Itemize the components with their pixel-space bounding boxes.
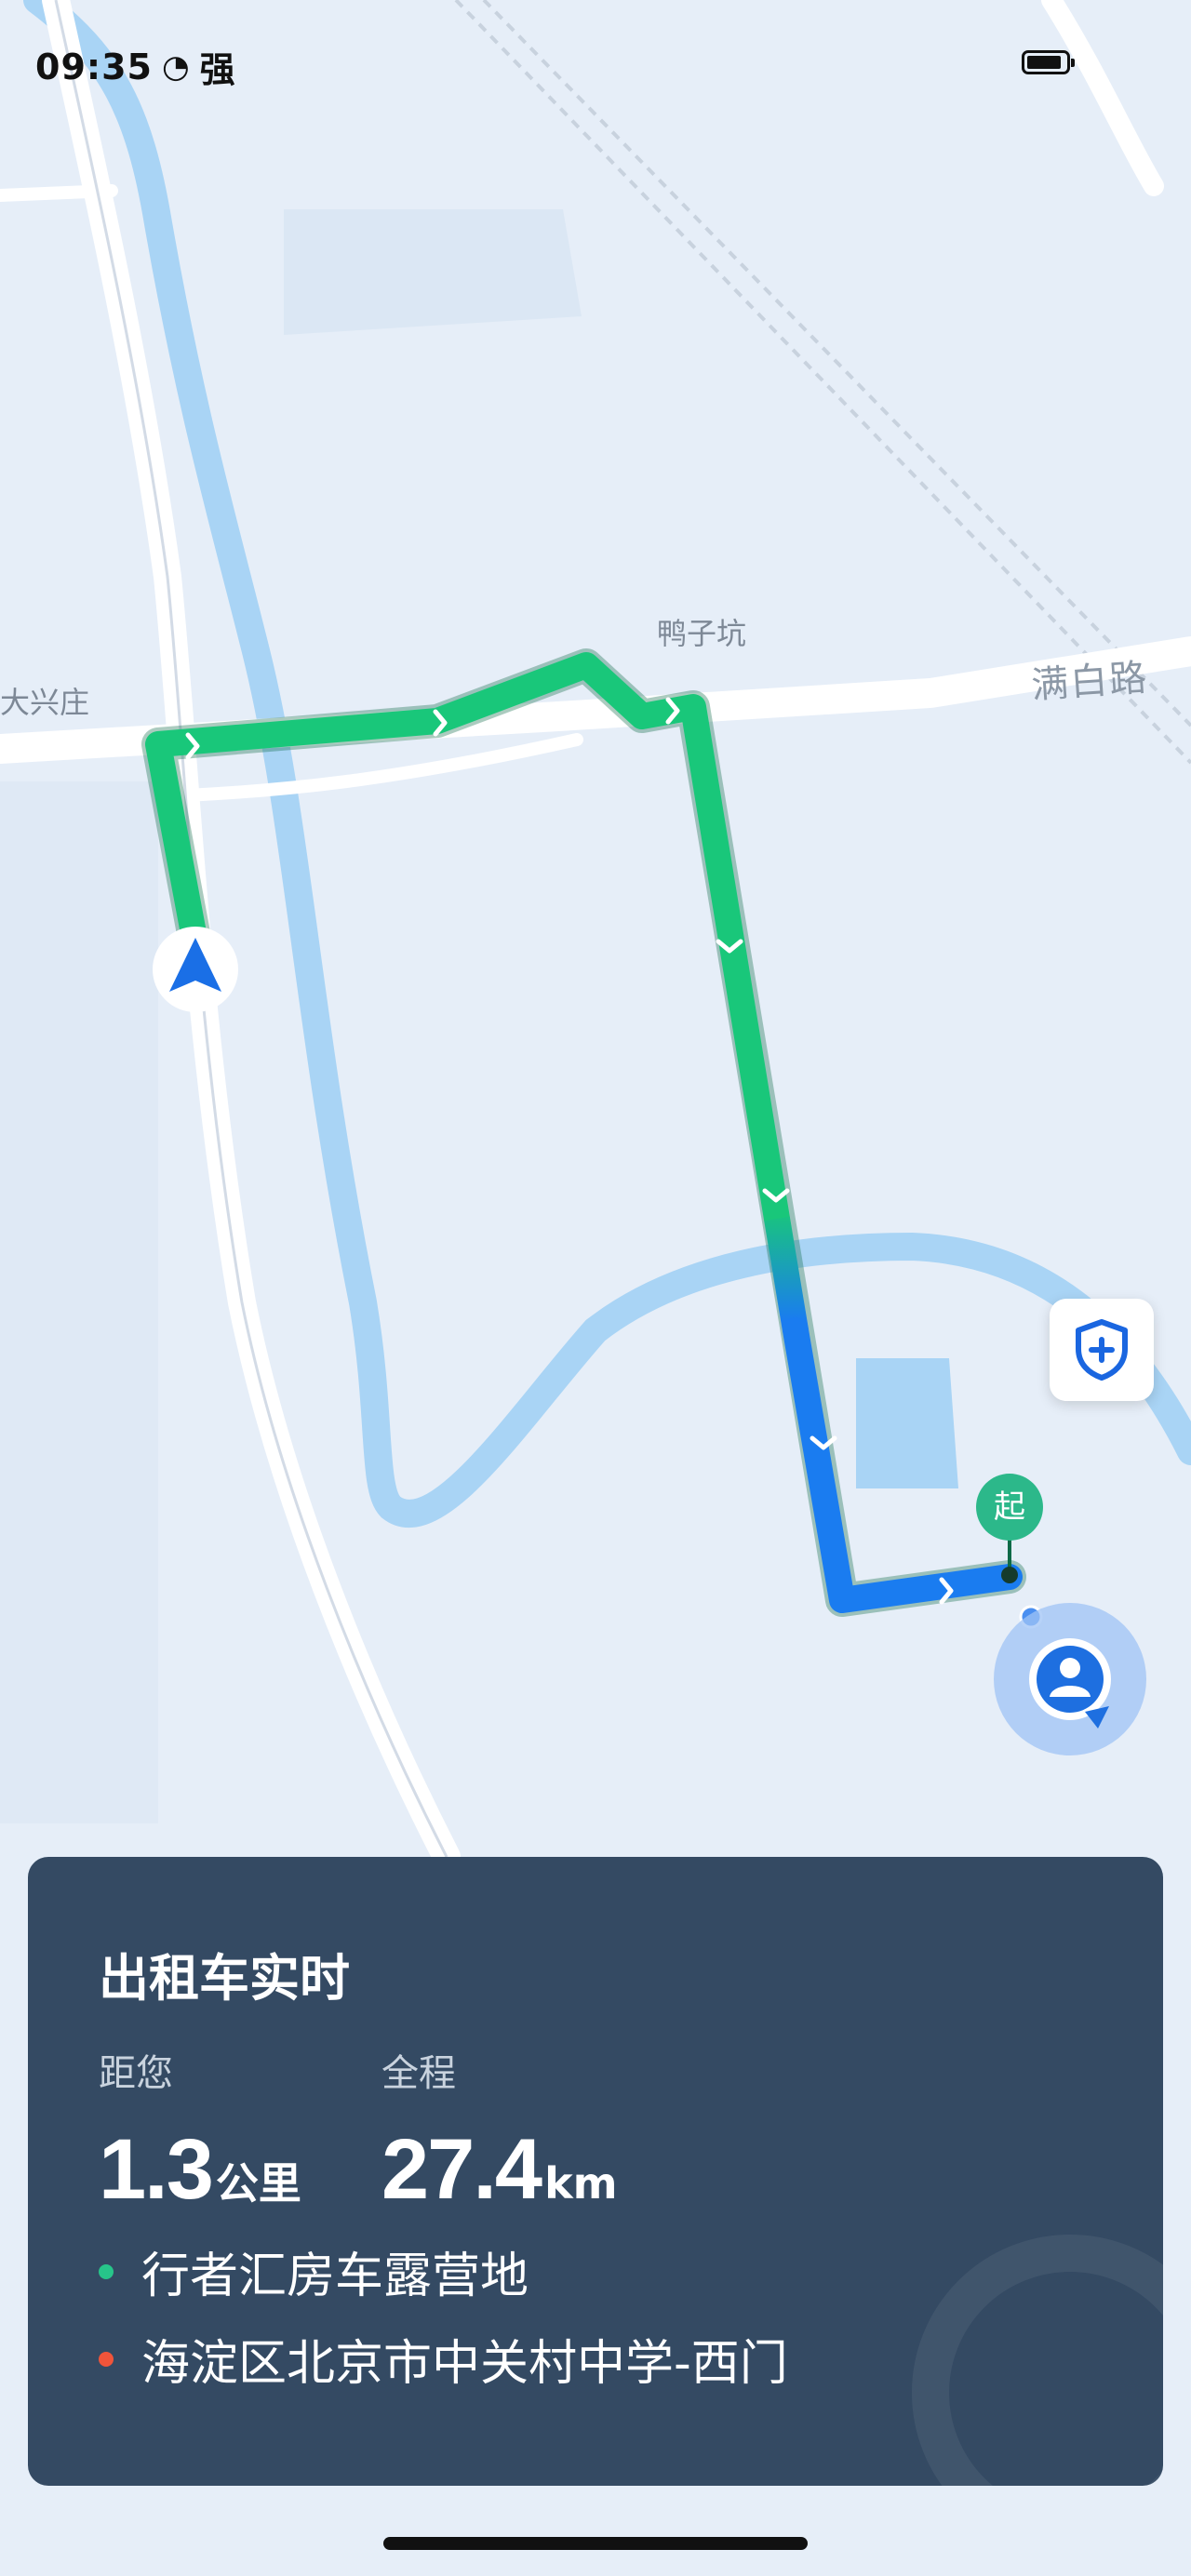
panel-watermark-icon	[912, 2235, 1163, 2486]
origin-row: 行者汇房车露营地	[99, 2236, 529, 2306]
panel-title: 出租车实时	[99, 1949, 350, 2008]
shield-plus-icon	[1076, 1319, 1128, 1381]
destination-row: 海淀区北京市中关村中学-西门	[99, 2324, 788, 2394]
battery-icon	[1022, 50, 1075, 74]
start-marker-label: 起	[994, 1488, 1025, 1526]
map-label-village-left: 大兴庄	[0, 685, 90, 720]
map-label-road: 满白路	[1029, 656, 1150, 708]
trip-info-panel: 出租车实时 距您 1.3公里 全程 27.4km 行者汇房车露营地 海淀区北京市…	[28, 1857, 1163, 2486]
origin-dot-icon	[99, 2263, 114, 2279]
total-value: 27.4	[381, 2122, 542, 2217]
signal-icon: ◔	[161, 47, 191, 86]
distance-value: 1.3	[99, 2122, 214, 2217]
status-bar: 09:35 ◔ 强	[35, 41, 236, 92]
total-unit: km	[544, 2158, 618, 2209]
distance-label: 距您	[99, 2052, 173, 2095]
destination-dot-icon	[99, 2351, 114, 2367]
total-stat: 全程 27.4km	[381, 2043, 618, 2219]
home-indicator[interactable]	[383, 2537, 808, 2550]
signal-text: 强	[199, 49, 236, 90]
destination-text: 海淀区北京市中关村中学-西门	[141, 2336, 788, 2392]
total-label: 全程	[381, 2052, 456, 2095]
distance-stat: 距您 1.3公里	[99, 2043, 301, 2219]
distance-unit: 公里	[215, 2158, 301, 2209]
map-label-village-top: 鸭子坑	[657, 616, 747, 651]
safety-center-button[interactable]	[1050, 1299, 1154, 1401]
origin-text: 行者汇房车露营地	[141, 2249, 529, 2304]
clock: 09:35	[35, 46, 153, 87]
